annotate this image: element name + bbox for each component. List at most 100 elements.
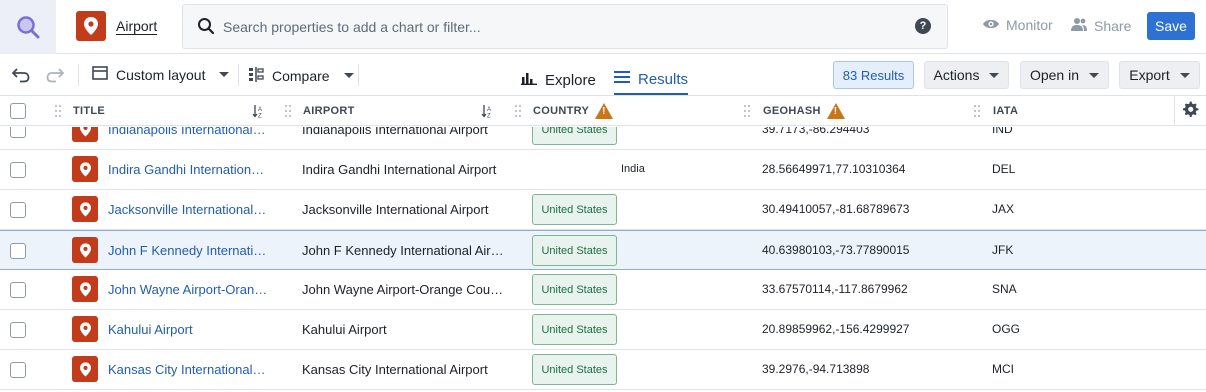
search-input[interactable] <box>223 5 903 48</box>
country-tag: United States <box>532 354 617 385</box>
country-cell: India <box>621 163 645 175</box>
iata-cell: IND <box>992 127 1013 136</box>
column-label: AIRPORT <box>303 105 355 117</box>
column-header-country[interactable]: COUNTRY ! <box>533 96 614 126</box>
help-icon[interactable]: ? <box>915 18 931 34</box>
save-button[interactable]: Save <box>1147 12 1195 40</box>
iata-cell: JAX <box>992 202 1015 216</box>
column-header-title[interactable]: TITLE <box>73 96 105 126</box>
drag-handle-icon[interactable] <box>515 105 521 118</box>
column-label: COUNTRY <box>533 105 590 117</box>
airport-name-cell: Indianapolis International Airport <box>302 127 488 137</box>
column-label: GEOHASH <box>763 105 821 117</box>
toolbar-divider <box>358 64 359 86</box>
airport-title-link[interactable]: Indianapolis International Airport <box>108 127 268 137</box>
svg-text:A: A <box>258 107 262 113</box>
map-marker-icon <box>76 11 106 41</box>
chevron-down-icon <box>219 72 230 77</box>
row-checkbox[interactable] <box>10 322 26 338</box>
country-tag: United States <box>532 127 617 145</box>
chevron-down-icon <box>1179 72 1190 78</box>
iata-cell: SNA <box>992 282 1017 296</box>
undo-icon[interactable] <box>12 67 30 86</box>
drag-handle-icon[interactable] <box>285 105 291 118</box>
geohash-cell: 20.89859962,-156.4299927 <box>762 322 910 336</box>
open-in-dropdown[interactable]: Open in <box>1020 61 1109 89</box>
compare-label: Compare <box>272 67 330 84</box>
airport-title-link[interactable]: Kahului Airport <box>108 322 268 337</box>
custom-layout-dropdown[interactable]: Custom layout <box>92 66 230 83</box>
chevron-down-icon <box>1089 72 1100 78</box>
warning-icon[interactable]: ! <box>595 103 614 119</box>
table-row[interactable]: Jacksonville International Airport Jacks… <box>0 190 1206 230</box>
row-checkbox[interactable] <box>10 202 26 218</box>
sort-icon[interactable]: AZ <box>481 104 494 121</box>
toolbar-divider <box>238 64 239 86</box>
tab-explore[interactable]: Explore <box>521 65 596 95</box>
drag-handle-icon[interactable] <box>55 105 61 118</box>
tab-explore-label: Explore <box>545 71 596 89</box>
row-checkbox[interactable] <box>10 282 26 298</box>
airport-name-cell: Jacksonville International Airport <box>302 202 489 217</box>
warning-glyph: ! <box>833 106 838 117</box>
map-marker-icon <box>72 127 98 142</box>
table-header: TITLE AZ AIRPORT AZ COUNTRY ! GEOHASH ! … <box>0 96 1206 126</box>
search-app-icon[interactable] <box>0 0 56 54</box>
table-row[interactable]: John F Kennedy International Airport Joh… <box>0 230 1206 270</box>
row-checkbox[interactable] <box>10 127 26 138</box>
airport-title-link[interactable]: Indira Gandhi International Airport <box>108 162 268 177</box>
top-bar: Airport ? Monitor <box>0 0 1206 54</box>
export-dropdown[interactable]: Export <box>1119 61 1200 89</box>
layout-icon <box>92 66 108 83</box>
iata-cell: JFK <box>992 243 1014 257</box>
column-settings-button[interactable] <box>1174 96 1206 126</box>
airport-name-cell: John F Kennedy International Airport <box>302 243 508 258</box>
share-label: Share <box>1094 17 1132 34</box>
airport-name-cell: John Wayne Airport-Orange County Airport <box>302 282 508 297</box>
map-marker-icon <box>72 196 98 222</box>
table-row[interactable]: John Wayne Airport-Orange County Airport… <box>0 270 1206 310</box>
svg-text:Z: Z <box>258 114 262 119</box>
search-bar[interactable]: ? <box>182 4 948 49</box>
chevron-down-icon <box>989 72 1000 78</box>
share-button[interactable]: Share <box>1070 17 1131 34</box>
results-count-badge[interactable]: 83 Results <box>833 61 914 89</box>
svg-text:Z: Z <box>487 114 491 119</box>
tab-results[interactable]: Results <box>614 65 689 95</box>
airport-title-link[interactable]: John F Kennedy International Airport <box>108 243 268 258</box>
row-checkbox[interactable] <box>10 243 26 259</box>
compare-icon <box>248 66 264 85</box>
table-row[interactable]: Indianapolis International Airport India… <box>0 127 1206 150</box>
monitor-button[interactable]: Monitor <box>982 17 1053 33</box>
sort-icon[interactable]: AZ <box>252 104 265 121</box>
actions-label: Actions <box>933 67 980 83</box>
gear-icon <box>1182 101 1199 121</box>
row-checkbox[interactable] <box>10 162 26 178</box>
table-row[interactable]: Kansas City International Airport Kansas… <box>0 350 1206 390</box>
airport-title-link[interactable]: Jacksonville International Airport <box>108 202 268 217</box>
table-row[interactable]: Indira Gandhi International Airport Indi… <box>0 150 1206 190</box>
redo-icon[interactable] <box>46 67 64 86</box>
object-type-title[interactable]: Airport <box>116 18 158 35</box>
drag-handle-icon[interactable] <box>744 105 750 118</box>
country-tag: United States <box>532 274 617 305</box>
table-row[interactable]: Kahului Airport Kahului Airport United S… <box>0 310 1206 350</box>
drag-handle-icon[interactable] <box>974 105 980 118</box>
actions-dropdown[interactable]: Actions <box>924 61 1009 89</box>
map-marker-icon <box>72 316 98 342</box>
column-header-airport[interactable]: AIRPORT <box>303 96 355 126</box>
warning-icon[interactable]: ! <box>826 103 845 119</box>
tab-results-label: Results <box>638 70 689 88</box>
geohash-cell: 39.2976,-94.713898 <box>762 362 870 376</box>
list-icon <box>614 70 630 88</box>
row-checkbox[interactable] <box>10 362 26 378</box>
select-all-checkbox[interactable] <box>10 103 26 119</box>
monitor-label: Monitor <box>1006 17 1053 33</box>
column-header-geohash[interactable]: GEOHASH ! <box>763 96 845 126</box>
iata-cell: OGG <box>992 322 1021 336</box>
compare-dropdown[interactable]: Compare <box>248 66 354 85</box>
airport-title-link[interactable]: Kansas City International Airport <box>108 362 268 377</box>
airport-title-link[interactable]: John Wayne Airport-Orange County Airport <box>108 282 268 297</box>
column-header-iata[interactable]: IATA <box>993 96 1018 126</box>
people-icon <box>1070 17 1088 34</box>
